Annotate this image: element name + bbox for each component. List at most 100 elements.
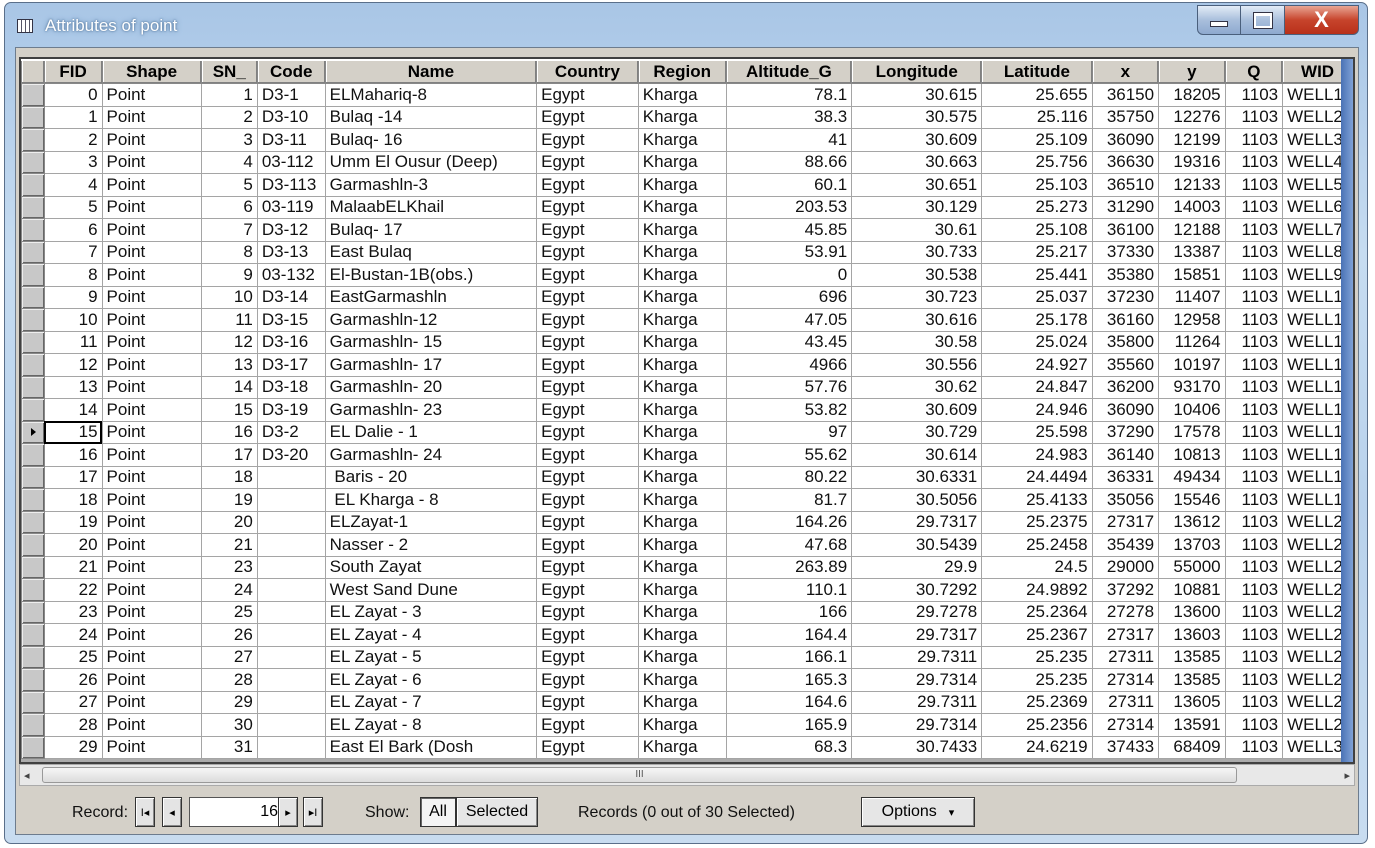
row-selector[interactable] xyxy=(21,420,45,444)
cell-latitude[interactable]: 25.756 xyxy=(981,150,1093,174)
cell-country[interactable]: Egypt xyxy=(536,173,639,197)
cell-longitude[interactable]: 29.7311 xyxy=(851,690,983,714)
cell-shape[interactable]: Point xyxy=(101,420,202,444)
column-header-latitude[interactable]: Latitude xyxy=(981,59,1093,84)
cell-fid[interactable]: 20 xyxy=(43,533,103,557)
cell-q[interactable]: 1103 xyxy=(1224,533,1284,557)
table-row[interactable]: 25 Point 27 EL Zayat - 5 Egypt Kharga 166.1 29.… xyxy=(21,645,1353,669)
cell-name[interactable]: EL Zayat - 5 xyxy=(324,645,538,669)
cell-longitude[interactable]: 29.7311 xyxy=(851,645,983,669)
cell-latitude[interactable]: 25.217 xyxy=(981,240,1093,264)
cell-q[interactable]: 1103 xyxy=(1224,150,1284,174)
cell-fid[interactable]: 23 xyxy=(43,600,103,624)
cell-x[interactable]: 27317 xyxy=(1091,510,1160,534)
column-header-shape[interactable]: Shape xyxy=(101,59,202,84)
cell-y[interactable]: 13605 xyxy=(1158,690,1226,714)
cell-country[interactable]: Egypt xyxy=(536,465,639,489)
cell-name[interactable]: Bulaq -14 xyxy=(324,105,538,129)
cell-altitude-g[interactable]: 0 xyxy=(725,263,853,287)
row-selector[interactable] xyxy=(21,645,45,669)
cell-longitude[interactable]: 30.729 xyxy=(851,420,983,444)
cell-region[interactable]: Kharga xyxy=(637,690,727,714)
cell-name[interactable]: West Sand Dune xyxy=(324,578,538,602)
cell-q[interactable]: 1103 xyxy=(1224,218,1284,242)
table-row[interactable]: 19 Point 20 ELZayat-1 Egypt Kharga 164.26 29.73… xyxy=(21,510,1353,534)
cell-fid[interactable]: 11 xyxy=(43,330,103,354)
maximize-button[interactable] xyxy=(1241,5,1285,35)
cell-region[interactable]: Kharga xyxy=(637,488,727,512)
cell-code[interactable]: D3-1 xyxy=(256,83,326,107)
cell-y[interactable]: 11264 xyxy=(1158,330,1226,354)
row-selector[interactable] xyxy=(21,105,45,129)
cell-longitude[interactable]: 30.7292 xyxy=(851,578,983,602)
minimize-button[interactable] xyxy=(1197,5,1241,35)
cell-region[interactable]: Kharga xyxy=(637,735,727,759)
cell-code[interactable]: D3-14 xyxy=(256,285,326,309)
cell-code[interactable]: D3-13 xyxy=(256,240,326,264)
cell-y[interactable]: 15851 xyxy=(1158,263,1226,287)
cell-altitude-g[interactable]: 78.1 xyxy=(725,83,853,107)
cell-name[interactable]: Garmashln- 20 xyxy=(324,375,538,399)
cell-longitude[interactable]: 30.58 xyxy=(851,330,983,354)
cell-longitude[interactable]: 30.556 xyxy=(851,353,983,377)
cell-x[interactable]: 36150 xyxy=(1091,83,1160,107)
cell-y[interactable]: 13612 xyxy=(1158,510,1226,534)
cell-y[interactable]: 11407 xyxy=(1158,285,1226,309)
cell-y[interactable]: 13600 xyxy=(1158,600,1226,624)
cell-altitude-g[interactable]: 164.6 xyxy=(725,690,853,714)
cell-fid[interactable]: 22 xyxy=(43,578,103,602)
cell-name[interactable]: El-Bustan-1B(obs.) xyxy=(324,263,538,287)
cell-altitude-g[interactable]: 164.4 xyxy=(725,623,853,647)
cell-country[interactable]: Egypt xyxy=(536,510,639,534)
cell-sn[interactable]: 19 xyxy=(200,488,258,512)
cell-x[interactable]: 35560 xyxy=(1091,353,1160,377)
cell-shape[interactable]: Point xyxy=(101,690,202,714)
table-row[interactable]: 21 Point 23 South Zayat Egypt Kharga 263.89 29.… xyxy=(21,555,1353,579)
cell-x[interactable]: 37433 xyxy=(1091,735,1160,759)
cell-region[interactable]: Kharga xyxy=(637,713,727,737)
cell-country[interactable]: Egypt xyxy=(536,488,639,512)
cell-shape[interactable]: Point xyxy=(101,443,202,467)
cell-region[interactable]: Kharga xyxy=(637,83,727,107)
cell-fid[interactable]: 13 xyxy=(43,375,103,399)
cell-longitude[interactable]: 30.615 xyxy=(851,83,983,107)
row-selector[interactable] xyxy=(21,690,45,714)
row-selector[interactable] xyxy=(21,398,45,422)
cell-country[interactable]: Egypt xyxy=(536,240,639,264)
cell-q[interactable]: 1103 xyxy=(1224,330,1284,354)
cell-name[interactable]: East Bulaq xyxy=(324,240,538,264)
cell-sn[interactable]: 2 xyxy=(200,105,258,129)
cell-fid[interactable]: 16 xyxy=(43,443,103,467)
cell-region[interactable]: Kharga xyxy=(637,623,727,647)
cell-q[interactable]: 1103 xyxy=(1224,398,1284,422)
cell-region[interactable]: Kharga xyxy=(637,420,727,444)
cell-altitude-g[interactable]: 164.26 xyxy=(725,510,853,534)
cell-name[interactable]: EL Zayat - 6 xyxy=(324,668,538,692)
cell-shape[interactable]: Point xyxy=(101,555,202,579)
cell-region[interactable]: Kharga xyxy=(637,308,727,332)
cell-name[interactable]: Garmashln- 24 xyxy=(324,443,538,467)
row-selector[interactable] xyxy=(21,578,45,602)
cell-code[interactable] xyxy=(256,645,326,669)
cell-shape[interactable]: Point xyxy=(101,465,202,489)
cell-region[interactable]: Kharga xyxy=(637,330,727,354)
row-selector[interactable] xyxy=(21,173,45,197)
column-header-sn[interactable]: SN_ xyxy=(200,59,258,84)
scroll-right-arrow-icon[interactable]: ▸ xyxy=(1344,769,1350,782)
cell-altitude-g[interactable]: 166.1 xyxy=(725,645,853,669)
cell-fid[interactable]: 14 xyxy=(43,398,103,422)
cell-sn[interactable]: 16 xyxy=(200,420,258,444)
cell-sn[interactable]: 31 xyxy=(200,735,258,759)
cell-region[interactable]: Kharga xyxy=(637,533,727,557)
cell-altitude-g[interactable]: 57.76 xyxy=(725,375,853,399)
row-selector[interactable] xyxy=(21,218,45,242)
cell-y[interactable]: 13603 xyxy=(1158,623,1226,647)
cell-region[interactable]: Kharga xyxy=(637,105,727,129)
cell-shape[interactable]: Point xyxy=(101,533,202,557)
cell-altitude-g[interactable]: 80.22 xyxy=(725,465,853,489)
cell-country[interactable]: Egypt xyxy=(536,668,639,692)
cell-x[interactable]: 36331 xyxy=(1091,465,1160,489)
cell-fid[interactable]: 17 xyxy=(43,465,103,489)
cell-fid[interactable]: 21 xyxy=(43,555,103,579)
cell-name[interactable]: ELMahariq-8 xyxy=(324,83,538,107)
